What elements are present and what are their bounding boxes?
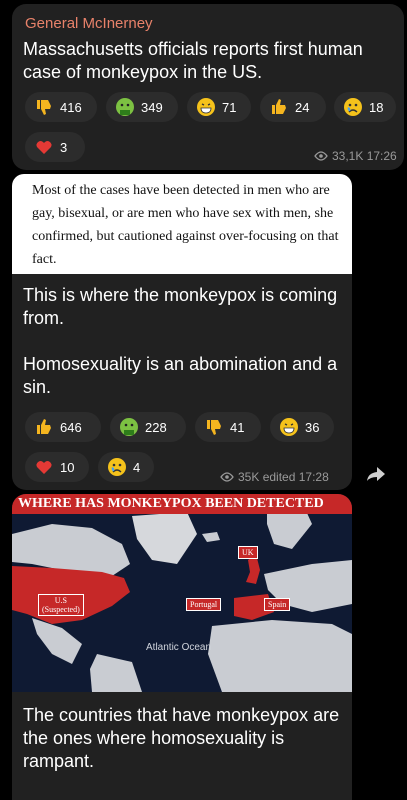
message-text: This is where the monkeypox is coming fr… [23,285,338,397]
message-bubble[interactable]: General McInerney Massachusetts official… [12,4,404,170]
map-label-spain: Spain [264,598,291,611]
reaction-thumbs-down[interactable]: 41 [195,412,261,442]
reaction-thumbs-down[interactable]: 416 [25,92,97,122]
crying-face-icon [342,97,363,118]
thumbs-down-icon [33,97,54,118]
quoted-text: Most of the cases have been detected in … [32,183,339,267]
share-button[interactable] [366,466,394,488]
thumbs-up-icon [33,417,54,438]
reaction-count: 36 [305,419,320,435]
reaction-heart[interactable]: 10 [25,452,89,482]
eye-icon [220,472,234,482]
sender-name[interactable]: General McInerney [25,15,153,32]
reaction-thumbs-up[interactable]: 646 [25,412,101,442]
reaction-count: 41 [230,419,245,435]
share-arrow-icon [367,467,385,481]
reaction-count: 10 [60,459,75,475]
map-label-us: U.S (Suspected) [38,594,84,616]
map-title: WHERE HAS MONKEYPOX BEEN DETECTED [12,494,352,514]
eye-icon [314,151,328,161]
world-map-graphic [12,494,352,692]
view-count: 35K [238,470,260,484]
thumbs-down-icon [203,417,224,438]
message-text: The countries that have monkeypox are th… [23,705,340,771]
reaction-grin[interactable]: 71 [187,92,251,122]
reaction-crying[interactable]: 18 [334,92,396,122]
reaction-thumbs-up[interactable]: 24 [260,92,326,122]
heart-icon [33,457,54,478]
reaction-count: 4 [133,459,141,475]
reaction-count: 24 [295,99,310,115]
reaction-vomit[interactable]: 228 [110,412,186,442]
reaction-count: 228 [145,419,167,435]
reaction-grin[interactable]: 36 [270,412,334,442]
reaction-count: 3 [60,139,68,155]
reaction-count: 416 [60,99,82,115]
grin-face-icon [195,97,216,118]
message-bubble[interactable]: WHERE HAS MONKEYPOX BEEN DETECTED U.S (S… [12,494,352,800]
crying-face-icon [106,457,127,478]
message-meta: 35K edited 17:28 [220,470,329,484]
message-meta: 33,1K 17:26 [314,149,397,163]
thumbs-up-icon [268,97,289,118]
map-label-portugal: Portugal [186,598,222,611]
map-label-ocean: Atlantic Ocean [146,642,212,653]
reaction-count: 349 [141,99,163,115]
message-time: 17:26 [366,149,397,163]
edited-label: edited [262,470,296,484]
reaction-count: 71 [222,99,237,115]
heart-icon [33,137,54,158]
message-bubble[interactable]: Most of the cases have been detected in … [12,174,352,490]
grin-face-icon [278,417,299,438]
reaction-crying[interactable]: 4 [98,452,154,482]
map-image[interactable]: WHERE HAS MONKEYPOX BEEN DETECTED U.S (S… [12,494,352,692]
vomit-face-icon [118,417,139,438]
reaction-vomit[interactable]: 349 [106,92,178,122]
message-text: Massachusetts officials reports first hu… [23,39,363,82]
vomit-face-icon [114,97,135,118]
quoted-article-image[interactable]: Most of the cases have been detected in … [12,174,352,274]
message-time: 17:28 [298,470,329,484]
view-count: 33,1K [332,149,364,163]
reaction-heart[interactable]: 3 [25,132,85,162]
reaction-count: 18 [369,99,384,115]
reaction-count: 646 [60,419,82,435]
map-label-uk: UK [238,546,258,559]
